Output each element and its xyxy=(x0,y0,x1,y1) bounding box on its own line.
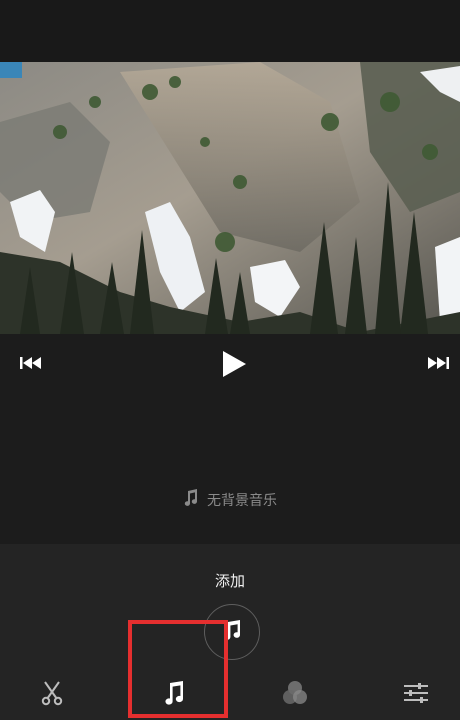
top-bar xyxy=(0,0,460,62)
tab-trim[interactable] xyxy=(22,670,82,720)
background-music-status: 无背景音乐 xyxy=(0,486,460,514)
transport-controls xyxy=(0,334,460,394)
scissors-icon xyxy=(40,680,64,710)
music-status-text: 无背景音乐 xyxy=(207,493,277,509)
skip-previous-button[interactable] xyxy=(20,356,42,370)
play-icon xyxy=(221,350,247,378)
filter-circles-icon xyxy=(281,680,309,710)
skip-next-button[interactable] xyxy=(427,356,449,370)
tab-filter[interactable] xyxy=(265,670,325,720)
music-note-icon xyxy=(183,489,199,511)
add-music-label: 添加 xyxy=(214,572,245,590)
video-preview[interactable] xyxy=(0,62,460,334)
play-button[interactable] xyxy=(221,350,247,378)
tab-adjust[interactable] xyxy=(386,670,446,720)
skip-next-icon xyxy=(427,356,449,370)
skip-previous-icon xyxy=(20,356,42,370)
sliders-icon xyxy=(402,682,430,708)
bottom-panel: 添加 xyxy=(0,544,460,720)
selection-highlight-box xyxy=(128,620,228,718)
